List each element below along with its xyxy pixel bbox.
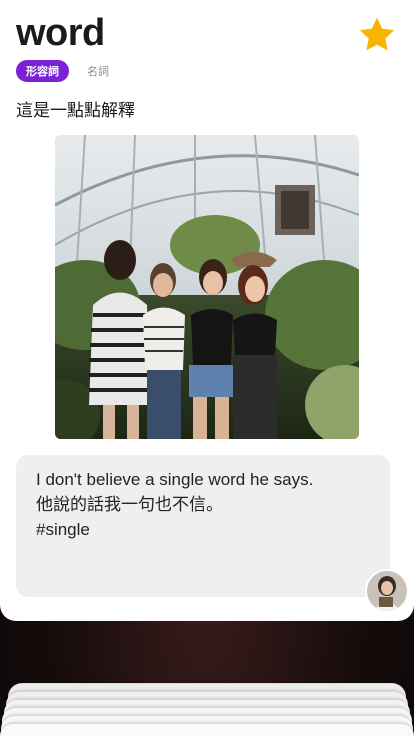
example-sentence-box: I don't believe a single word he says. 他… (16, 455, 390, 597)
avatar[interactable] (365, 569, 409, 613)
word-meaning: 這是一點點解釋 (16, 101, 135, 120)
tag-adjective[interactable]: 形容詞 (16, 60, 69, 82)
part-of-speech-tabs: 形容詞 名詞 (16, 60, 119, 82)
example-hashtag[interactable]: #single (36, 517, 370, 542)
word-title: word (16, 12, 105, 54)
tag-noun[interactable]: 名詞 (77, 60, 119, 82)
stacked-card (0, 723, 414, 736)
word-card: word 形容詞 名詞 這是一點點解釋 I don't believe a si… (0, 0, 414, 621)
example-english: I don't believe a single word he says. (36, 470, 314, 489)
star-icon (359, 17, 395, 51)
favorite-button[interactable] (356, 14, 398, 56)
card-stack (0, 683, 414, 736)
word-photo (55, 135, 359, 439)
example-chinese: 他說的話我一句也不信。 (36, 495, 223, 514)
